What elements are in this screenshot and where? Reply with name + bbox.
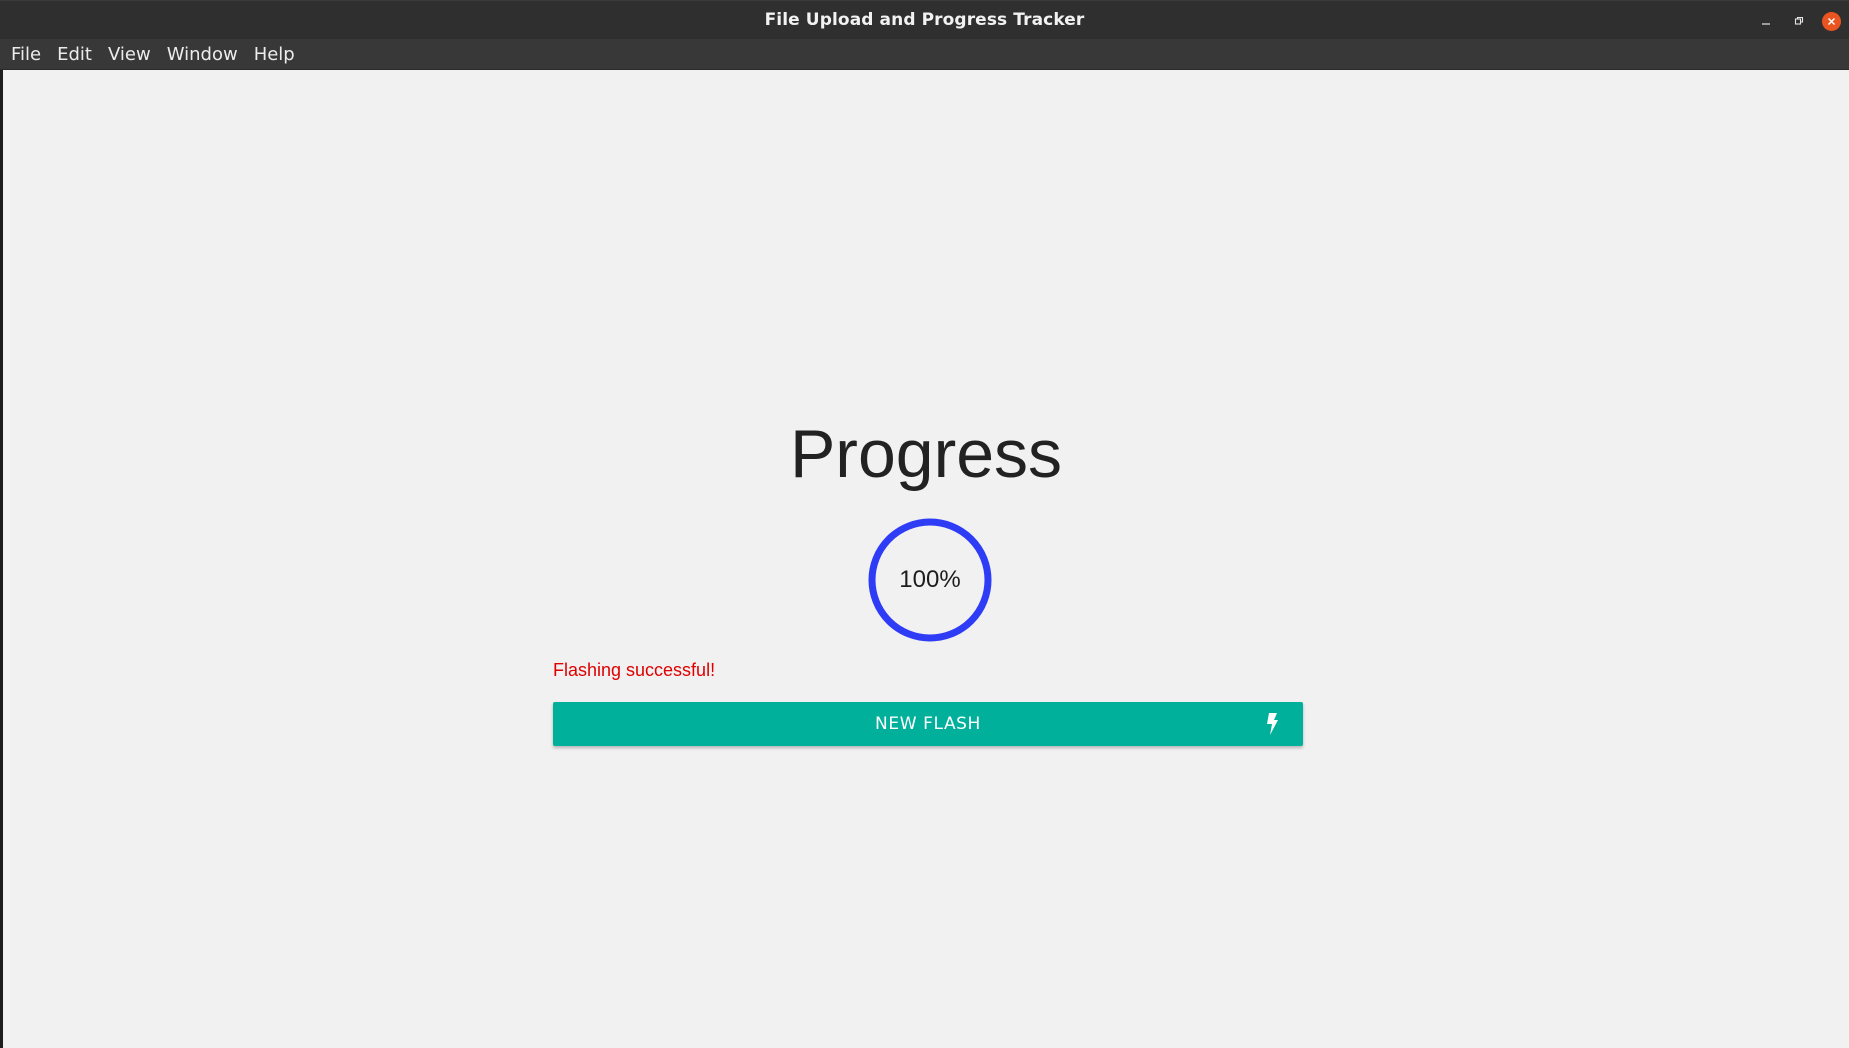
menu-file[interactable]: File <box>3 39 49 70</box>
menu-edit[interactable]: Edit <box>49 39 100 70</box>
new-flash-button[interactable]: NEW FLASH <box>553 702 1303 746</box>
restore-icon[interactable] <box>1789 11 1809 31</box>
title-bar[interactable]: File Upload and Progress Tracker <box>0 0 1849 39</box>
minimize-icon[interactable] <box>1756 11 1776 31</box>
progress-percentage: 100% <box>899 566 961 593</box>
menu-help[interactable]: Help <box>246 39 303 70</box>
app-window: File Upload and Progress Tracker File Ed… <box>0 0 1849 1048</box>
window-controls <box>1756 11 1841 31</box>
close-icon[interactable] <box>1822 11 1841 31</box>
menu-window[interactable]: Window <box>159 39 246 70</box>
menu-bar: File Edit View Window Help <box>0 39 1849 70</box>
menu-view[interactable]: View <box>100 39 159 70</box>
progress-ring: 100% <box>866 516 994 644</box>
page-title: Progress <box>789 416 1063 492</box>
status-message: Flashing successful! <box>553 660 716 680</box>
window-title: File Upload and Progress Tracker <box>764 10 1085 30</box>
new-flash-button-label: NEW FLASH <box>875 714 981 734</box>
lightning-bolt-icon <box>1267 713 1278 735</box>
main-content: Progress 100% Flashing successful! NEW F… <box>3 70 1849 1048</box>
